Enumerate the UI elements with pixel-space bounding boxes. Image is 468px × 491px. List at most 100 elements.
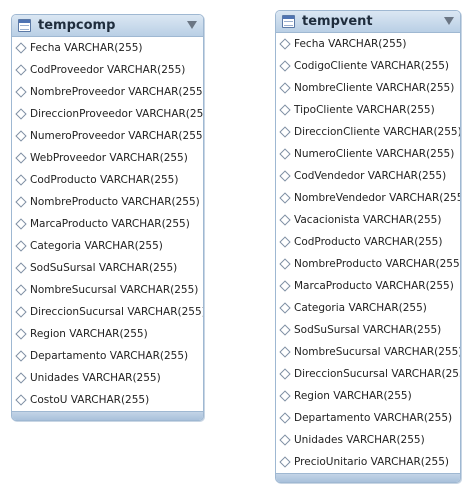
column-label: Region VARCHAR(255)	[294, 390, 412, 402]
column-item[interactable]: WebProveedor VARCHAR(255)	[12, 147, 203, 169]
column-label: MarcaProducto VARCHAR(255)	[294, 280, 454, 292]
column-diamond-icon	[279, 280, 291, 292]
column-item[interactable]: CodVendedor VARCHAR(255)	[276, 165, 460, 187]
column-item[interactable]: NombreProducto VARCHAR(255)	[276, 253, 460, 275]
column-label: Vacacionista VARCHAR(255)	[294, 214, 442, 226]
column-diamond-icon	[15, 306, 27, 318]
column-item[interactable]: Region VARCHAR(255)	[276, 385, 460, 407]
column-diamond-icon	[15, 174, 27, 186]
column-diamond-icon	[15, 130, 27, 142]
column-diamond-icon	[279, 82, 291, 94]
column-item[interactable]: Fecha VARCHAR(255)	[276, 33, 460, 55]
column-item[interactable]: DireccionProveedor VARCHAR(255)	[12, 103, 203, 125]
column-diamond-icon	[279, 236, 291, 248]
column-item[interactable]: NombreVendedor VARCHAR(255)	[276, 187, 460, 209]
table-tempvent[interactable]: tempvent Fecha VARCHAR(255) CodigoClient…	[275, 10, 461, 483]
column-diamond-icon	[279, 38, 291, 50]
column-label: NombreCliente VARCHAR(255)	[294, 82, 455, 94]
column-diamond-icon	[15, 262, 27, 274]
column-item[interactable]: Vacacionista VARCHAR(255)	[276, 209, 460, 231]
column-item[interactable]: NumeroCliente VARCHAR(255)	[276, 143, 460, 165]
column-item[interactable]: DireccionSucursal VARCHAR(255)	[276, 363, 460, 385]
column-label: NombreProducto VARCHAR(255)	[30, 196, 200, 208]
column-diamond-icon	[279, 192, 291, 204]
table-tempcomp[interactable]: tempcomp Fecha VARCHAR(255) CodProveedor…	[11, 14, 204, 421]
column-label: Departamento VARCHAR(255)	[294, 412, 453, 424]
column-item[interactable]: DireccionCliente VARCHAR(255)	[276, 121, 460, 143]
column-item[interactable]: PrecioUnitario VARCHAR(255)	[276, 451, 460, 473]
column-diamond-icon	[279, 148, 291, 160]
column-diamond-icon	[15, 108, 27, 120]
column-item[interactable]: CodigoCliente VARCHAR(255)	[276, 55, 460, 77]
column-diamond-icon	[279, 324, 291, 336]
column-diamond-icon	[15, 350, 27, 362]
column-item[interactable]: Departamento VARCHAR(255)	[12, 345, 203, 367]
column-diamond-icon	[279, 368, 291, 380]
table-footer	[276, 473, 460, 482]
column-diamond-icon	[15, 394, 27, 406]
column-diamond-icon	[15, 152, 27, 164]
column-label: SodSuSursal VARCHAR(255)	[30, 262, 178, 274]
column-label: NombreSucursal VARCHAR(255)	[294, 346, 461, 358]
column-item[interactable]: Unidades VARCHAR(255)	[12, 367, 203, 389]
column-diamond-icon	[15, 64, 27, 76]
table-icon	[18, 19, 31, 32]
table-title: tempvent	[302, 14, 373, 29]
column-item[interactable]: NombreSucursal VARCHAR(255)	[12, 279, 203, 301]
column-item[interactable]: DireccionSucursal VARCHAR(255)	[12, 301, 203, 323]
column-label: Fecha VARCHAR(255)	[294, 38, 407, 50]
column-item[interactable]: Unidades VARCHAR(255)	[276, 429, 460, 451]
column-diamond-icon	[279, 412, 291, 424]
column-label: Fecha VARCHAR(255)	[30, 42, 143, 54]
column-diamond-icon	[15, 218, 27, 230]
column-diamond-icon	[279, 434, 291, 446]
column-diamond-icon	[279, 302, 291, 314]
column-item[interactable]: SodSuSursal VARCHAR(255)	[12, 257, 203, 279]
column-item[interactable]: MarcaProducto VARCHAR(255)	[12, 213, 203, 235]
column-diamond-icon	[279, 346, 291, 358]
column-item[interactable]: NombreProducto VARCHAR(255)	[12, 191, 203, 213]
table-header[interactable]: tempcomp	[12, 15, 203, 37]
column-diamond-icon	[15, 240, 27, 252]
column-label: CodProducto VARCHAR(255)	[30, 174, 179, 186]
column-diamond-icon	[15, 196, 27, 208]
column-label: Categoria VARCHAR(255)	[294, 302, 427, 314]
column-label: CodVendedor VARCHAR(255)	[294, 170, 447, 182]
column-item[interactable]: Region VARCHAR(255)	[12, 323, 203, 345]
column-item[interactable]: Categoria VARCHAR(255)	[276, 297, 460, 319]
column-item[interactable]: NombreProveedor VARCHAR(255)	[12, 81, 203, 103]
column-item[interactable]: NombreSucursal VARCHAR(255)	[276, 341, 460, 363]
collapse-arrow-icon[interactable]	[444, 17, 454, 25]
collapse-arrow-icon[interactable]	[187, 21, 197, 29]
column-label: Unidades VARCHAR(255)	[294, 434, 425, 446]
column-item[interactable]: SodSuSursal VARCHAR(255)	[276, 319, 460, 341]
column-label: MarcaProducto VARCHAR(255)	[30, 218, 190, 230]
table-title: tempcomp	[38, 18, 116, 33]
column-label: NombreProducto VARCHAR(255)	[294, 258, 461, 270]
column-label: Unidades VARCHAR(255)	[30, 372, 161, 384]
column-item[interactable]: CodProducto VARCHAR(255)	[12, 169, 203, 191]
column-item[interactable]: TipoCliente VARCHAR(255)	[276, 99, 460, 121]
column-item[interactable]: Categoria VARCHAR(255)	[12, 235, 203, 257]
table-header[interactable]: tempvent	[276, 11, 460, 33]
column-item[interactable]: Departamento VARCHAR(255)	[276, 407, 460, 429]
column-item[interactable]: CodProducto VARCHAR(255)	[276, 231, 460, 253]
column-item[interactable]: NombreCliente VARCHAR(255)	[276, 77, 460, 99]
column-label: CodProducto VARCHAR(255)	[294, 236, 443, 248]
column-item[interactable]: NumeroProveedor VARCHAR(255)	[12, 125, 203, 147]
column-diamond-icon	[279, 456, 291, 468]
column-item[interactable]: CodProveedor VARCHAR(255)	[12, 59, 203, 81]
column-diamond-icon	[15, 42, 27, 54]
column-label: Departamento VARCHAR(255)	[30, 350, 189, 362]
column-item[interactable]: CostoU VARCHAR(255)	[12, 389, 203, 411]
column-list: Fecha VARCHAR(255) CodigoCliente VARCHAR…	[276, 33, 460, 473]
column-diamond-icon	[279, 126, 291, 138]
column-item[interactable]: MarcaProducto VARCHAR(255)	[276, 275, 460, 297]
column-label: NombreProveedor VARCHAR(255)	[30, 86, 204, 98]
column-label: NombreSucursal VARCHAR(255)	[30, 284, 199, 296]
column-label: DireccionSucursal VARCHAR(255)	[294, 368, 461, 380]
column-diamond-icon	[279, 390, 291, 402]
column-item[interactable]: Fecha VARCHAR(255)	[12, 37, 203, 59]
column-label: DireccionSucursal VARCHAR(255)	[30, 306, 204, 318]
column-label: TipoCliente VARCHAR(255)	[294, 104, 435, 116]
